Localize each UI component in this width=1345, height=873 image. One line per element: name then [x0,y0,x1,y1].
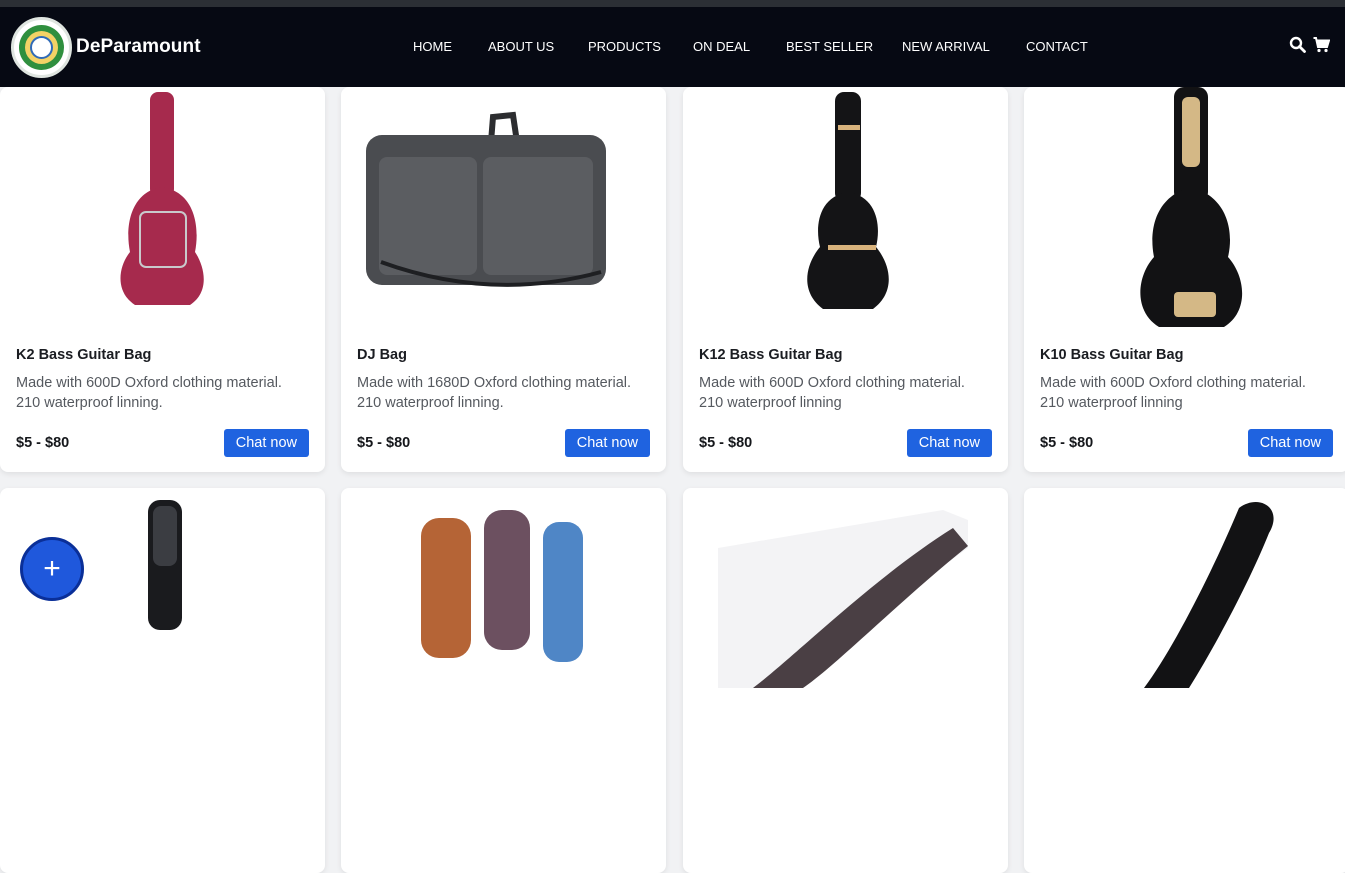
bag-pocket-left [379,157,477,275]
bag-accent-neck [1182,97,1200,167]
bag-body [1144,502,1274,688]
image-backdrop [718,510,968,688]
chat-now-button[interactable]: Chat now [1247,429,1333,457]
product-description: Made with 600D Oxford clothing material.… [1040,375,1306,411]
nav-contact[interactable]: CONTACT [1026,39,1088,54]
product-description: Made with 600D Oxford clothing material.… [16,375,282,411]
product-title[interactable]: K10 Bass Guitar Bag [1040,347,1183,363]
product-price: $5 - $80 [357,435,411,451]
product-card[interactable] [341,488,666,873]
search-icon[interactable] [1289,36,1306,53]
chat-now-button[interactable]: Chat now [223,429,309,457]
bag-trim [838,125,860,130]
navbar: DeParamount HOME ABOUT US PRODUCTS ON DE… [0,7,1345,87]
product-card[interactable]: K2 Bass Guitar Bag Made with 600D Oxford… [0,87,325,472]
product-card[interactable] [1024,488,1345,873]
bag-body [807,192,889,309]
product-description: Made with 1680D Oxford clothing material… [357,375,632,411]
brand-name[interactable]: DeParamount [76,36,201,58]
nav-about-us[interactable]: ABOUT US [488,39,554,54]
bag-body [120,187,204,305]
product-card[interactable] [683,488,1008,873]
chat-now-button[interactable]: Chat now [906,429,992,457]
nav-products[interactable]: PRODUCTS [588,39,661,54]
product-title[interactable]: K12 Bass Guitar Bag [699,347,842,363]
nav-new-arrival[interactable]: NEW ARRIVAL [902,39,990,54]
product-title[interactable]: K2 Bass Guitar Bag [16,347,151,363]
product-image [421,510,583,662]
bag-pocket [153,506,177,566]
product-card[interactable]: K10 Bass Guitar Bag Made with 600D Oxfor… [1024,87,1345,472]
product-image [718,510,968,688]
bag-neck [835,92,861,202]
add-floating-button[interactable]: + [20,537,84,601]
product-image [366,111,606,287]
top-strip [0,0,1345,7]
bag-pocket-right [483,157,593,275]
plus-icon: + [43,552,61,585]
bag-neck-blue [543,522,583,662]
bag-accent-pocket [1174,292,1216,317]
product-image [120,92,204,305]
product-price: $5 - $80 [16,435,70,451]
nav-on-deal[interactable]: ON DEAL [693,39,750,54]
cart-icon[interactable] [1313,36,1330,53]
product-image [1140,87,1243,327]
bag-neck [150,92,174,197]
product-image [148,500,182,630]
brand-logo[interactable] [11,17,72,78]
product-image [1144,502,1274,688]
nav-home[interactable]: HOME [413,39,452,54]
bag-trim [828,245,876,250]
product-price: $5 - $80 [699,435,753,451]
bag-neck-purple [484,510,530,650]
product-card[interactable]: K12 Bass Guitar Bag Made with 600D Oxfor… [683,87,1008,472]
chat-now-button[interactable]: Chat now [564,429,650,457]
product-description: Made with 600D Oxford clothing material.… [699,375,965,411]
product-card[interactable]: DJ Bag Made with 1680D Oxford clothing m… [341,87,666,472]
bag-neck-orange [421,518,471,658]
product-title[interactable]: DJ Bag [357,347,407,363]
logo-center [30,36,53,59]
nav-best-seller[interactable]: BEST SELLER [786,39,873,54]
product-image [807,92,889,309]
product-price: $5 - $80 [1040,435,1094,451]
